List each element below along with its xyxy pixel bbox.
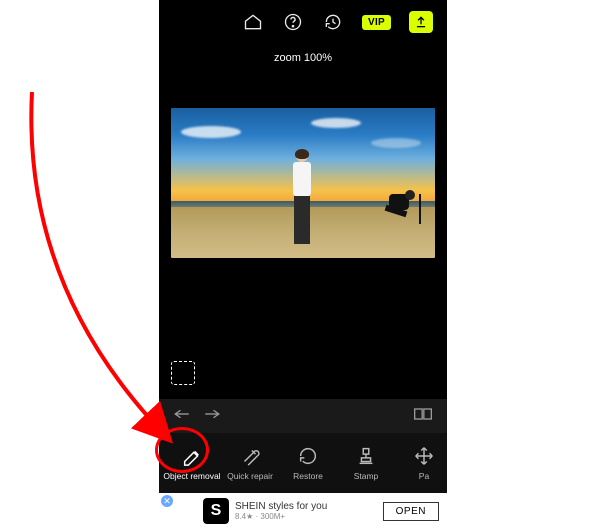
- selection-tool-icon[interactable]: [171, 361, 195, 385]
- tool-quick-repair[interactable]: Quick repair: [221, 445, 279, 481]
- tool-label: Object removal: [163, 471, 220, 481]
- ad-close-icon[interactable]: ✕: [161, 495, 173, 507]
- redo-button[interactable]: [203, 407, 221, 426]
- editor-canvas[interactable]: [159, 80, 447, 399]
- home-icon[interactable]: [242, 11, 264, 33]
- vip-badge[interactable]: VIP: [362, 15, 391, 30]
- tool-label: Pa: [419, 471, 429, 481]
- top-bar: VIP: [159, 0, 447, 44]
- tool-stamp[interactable]: Stamp: [337, 445, 395, 481]
- ad-title: SHEIN styles for you: [235, 501, 327, 512]
- tool-label: Stamp: [354, 471, 379, 481]
- ad-logo: S: [203, 498, 229, 524]
- tool-pan[interactable]: Pa: [395, 445, 447, 481]
- help-icon[interactable]: [282, 11, 304, 33]
- tool-label: Restore: [293, 471, 323, 481]
- phone-frame: VIP zoom 100%: [159, 0, 447, 529]
- bottom-toolbar: Object removal Quick repair Restore Stam…: [159, 433, 447, 493]
- ad-open-button[interactable]: OPEN: [383, 502, 439, 521]
- edited-photo: [171, 108, 435, 258]
- tool-label: Quick repair: [227, 471, 273, 481]
- zoom-label: zoom 100%: [159, 52, 447, 64]
- ad-subtitle: 8.4★ · 300M+: [235, 512, 327, 521]
- tool-restore[interactable]: Restore: [279, 445, 337, 481]
- undo-button[interactable]: [173, 407, 191, 426]
- ad-banner[interactable]: ✕ S SHEIN styles for you 8.4★ · 300M+ OP…: [159, 493, 447, 529]
- compare-button[interactable]: [413, 406, 433, 427]
- background-person: [381, 186, 421, 226]
- export-button[interactable]: [409, 11, 433, 33]
- history-icon[interactable]: [322, 11, 344, 33]
- tool-object-removal[interactable]: Object removal: [163, 445, 221, 481]
- edit-bar: [159, 399, 447, 433]
- subject-person: [289, 150, 315, 244]
